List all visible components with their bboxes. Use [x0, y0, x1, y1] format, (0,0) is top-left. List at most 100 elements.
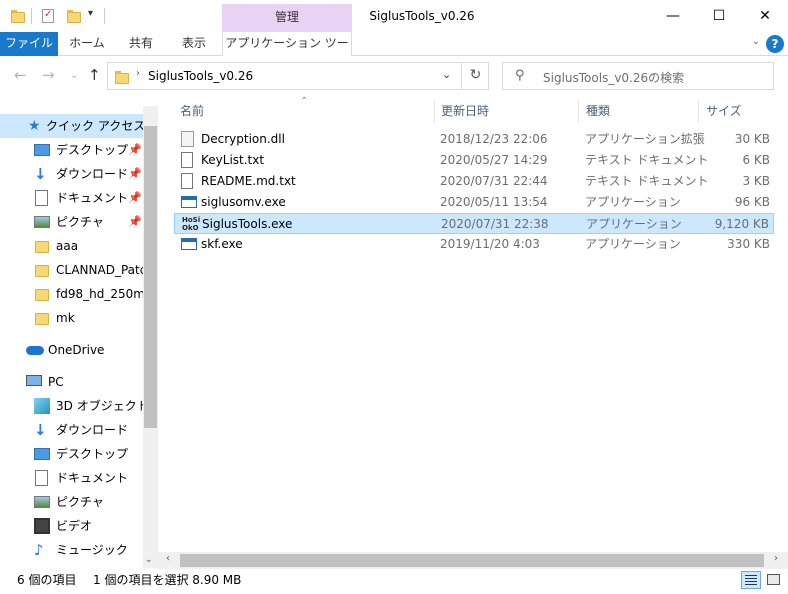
file-size: 330 KB	[727, 237, 770, 251]
minimize-button[interactable]: —	[650, 0, 696, 32]
folder-icon	[34, 310, 50, 326]
nav-pc[interactable]: PC	[0, 370, 143, 394]
exe-icon	[181, 238, 197, 250]
details-view-icon[interactable]	[741, 571, 761, 589]
file-date: 2018/12/23 22:06	[440, 132, 548, 146]
nav-label: PC	[48, 375, 64, 389]
nav-downloads[interactable]: ↓ ダウンロード	[0, 418, 143, 442]
selection-info: 1 個の項目を選択 8.90 MB	[93, 573, 242, 587]
file-size: 6 KB	[742, 153, 770, 167]
file-row[interactable]: siglusomv.exe 2020/05/11 13:54 アプリケーション …	[174, 192, 774, 213]
nav-pictures-pinned[interactable]: ピクチャ 📌	[0, 210, 143, 234]
file-row[interactable]: README.md.txt 2020/07/31 22:44 テキスト ドキュメ…	[174, 171, 774, 192]
help-icon[interactable]: ?	[766, 35, 784, 53]
video-icon	[34, 518, 50, 534]
file-name: SiglusTools.exe	[202, 217, 293, 231]
pin-icon[interactable]: 📌	[128, 138, 142, 162]
column-header-name[interactable]: 名前	[180, 104, 204, 128]
file-size: 96 KB	[734, 195, 770, 209]
file-row-selected[interactable]: HoSi OkO SiglusTools.exe 2020/07/31 22:38…	[174, 213, 774, 234]
nav-label: 3D オブジェクト	[56, 399, 143, 413]
properties-icon[interactable]: ✓	[40, 8, 56, 24]
file-type: アプリケーション	[585, 195, 681, 209]
recent-locations-icon[interactable]: ⌄	[70, 70, 78, 81]
sort-indicator-icon: ⌃	[300, 96, 309, 107]
nav-onedrive[interactable]: OneDrive	[0, 338, 143, 362]
desktop-icon	[34, 448, 50, 460]
horizontal-scrollbar-thumb[interactable]	[180, 554, 764, 567]
nav-folder-mk[interactable]: mk	[0, 306, 143, 330]
nav-label: mk	[56, 311, 75, 325]
file-row[interactable]: KeyList.txt 2020/05/27 14:29 テキスト ドキュメント…	[174, 150, 774, 171]
search-icon: ⚲	[515, 68, 525, 83]
nav-label: OneDrive	[48, 343, 105, 357]
maximize-button[interactable]: ☐	[696, 0, 742, 32]
address-dropdown-icon[interactable]: ⌄	[442, 68, 451, 81]
column-header-size[interactable]: サイズ	[706, 104, 742, 128]
forward-arrow-icon[interactable]: →	[42, 66, 55, 84]
nav-videos[interactable]: ビデオ	[0, 514, 143, 538]
nav-pictures[interactable]: ピクチャ	[0, 490, 143, 514]
back-arrow-icon[interactable]: ←	[14, 66, 27, 84]
address-bar[interactable]: › SiglusTools_v0.26 ⌄	[107, 62, 489, 90]
file-type: テキスト ドキュメント	[585, 174, 709, 188]
nav-label: デスクトップ	[56, 447, 129, 461]
picture-icon	[34, 216, 50, 228]
new-folder-icon[interactable]	[66, 8, 82, 24]
folder-icon[interactable]	[10, 8, 26, 24]
breadcrumb-path[interactable]: SiglusTools_v0.26	[148, 69, 253, 83]
nav-quick-access[interactable]: ★ クイック アクセス	[0, 114, 143, 138]
nav-label: ピクチャ	[56, 495, 104, 509]
nav-label: fd98_hd_250m_2	[56, 287, 143, 301]
column-divider[interactable]	[578, 100, 579, 122]
nav-documents-pinned[interactable]: ドキュメント 📌	[0, 186, 143, 210]
nav-scrollbar-thumb[interactable]	[144, 126, 157, 428]
large-icons-view-icon[interactable]	[764, 571, 784, 589]
nav-3d-objects[interactable]: 3D オブジェクト	[0, 394, 143, 418]
close-button[interactable]: ✕	[742, 0, 788, 32]
ribbon-expand-icon[interactable]: ⌄	[752, 36, 760, 47]
nav-documents[interactable]: ドキュメント	[0, 466, 143, 490]
pin-icon[interactable]: 📌	[128, 162, 142, 186]
scroll-right-icon[interactable]: ›	[774, 553, 778, 564]
nav-desktop[interactable]: デスクトップ	[0, 442, 143, 466]
file-row[interactable]: Decryption.dll 2018/12/23 22:06 アプリケーション…	[174, 129, 774, 150]
refresh-icon[interactable]: ↻	[461, 62, 489, 90]
folder-icon	[34, 286, 50, 302]
nav-folder-aaa[interactable]: aaa	[0, 234, 143, 258]
column-divider[interactable]	[434, 100, 435, 122]
breadcrumb-separator-icon[interactable]: ›	[136, 68, 140, 79]
file-size: 30 KB	[734, 132, 770, 146]
tab-file[interactable]: ファイル	[0, 32, 58, 56]
column-header-type[interactable]: 種類	[586, 104, 610, 128]
search-placeholder: SiglusTools_v0.26の検索	[543, 71, 685, 85]
file-type: テキスト ドキュメント	[585, 153, 709, 167]
divider	[104, 8, 105, 24]
divider	[31, 8, 32, 24]
scroll-left-icon[interactable]: ‹	[166, 553, 170, 564]
pin-icon[interactable]: 📌	[128, 210, 142, 234]
nav-desktop-pinned[interactable]: デスクトップ 📌	[0, 138, 143, 162]
tab-view[interactable]: 表示	[170, 32, 218, 56]
desktop-icon	[34, 144, 50, 156]
search-input[interactable]: ⚲ SiglusTools_v0.26の検索	[502, 62, 774, 90]
tab-home[interactable]: ホーム	[62, 32, 112, 56]
context-tab-group-label: 管理	[222, 4, 352, 32]
quick-access-dropdown-icon[interactable]: ▾	[88, 8, 93, 19]
scroll-down-icon[interactable]: ⌄	[145, 555, 153, 565]
nav-music[interactable]: ♪ ミュージック	[0, 538, 143, 562]
tab-share[interactable]: 共有	[116, 32, 166, 56]
title-bar: ✓ ▾ 管理 SiglusTools_v0.26 — ☐ ✕	[0, 0, 788, 32]
file-row[interactable]: skf.exe 2019/11/20 4:03 アプリケーション 330 KB	[174, 234, 774, 255]
column-divider[interactable]	[698, 100, 699, 122]
up-arrow-icon[interactable]: ↑	[88, 66, 101, 84]
nav-folder-fd98[interactable]: fd98_hd_250m_2	[0, 282, 143, 306]
nav-folder-clannad-patch[interactable]: CLANNAD_Patch	[0, 258, 143, 282]
tab-application-tools[interactable]: アプリケーション ツール	[222, 32, 352, 73]
pin-icon[interactable]: 📌	[128, 186, 142, 210]
dll-icon	[181, 131, 194, 147]
file-name: Decryption.dll	[201, 132, 285, 146]
document-icon	[35, 470, 48, 486]
nav-downloads-pinned[interactable]: ↓ ダウンロード 📌	[0, 162, 143, 186]
column-header-date[interactable]: 更新日時	[441, 104, 489, 128]
